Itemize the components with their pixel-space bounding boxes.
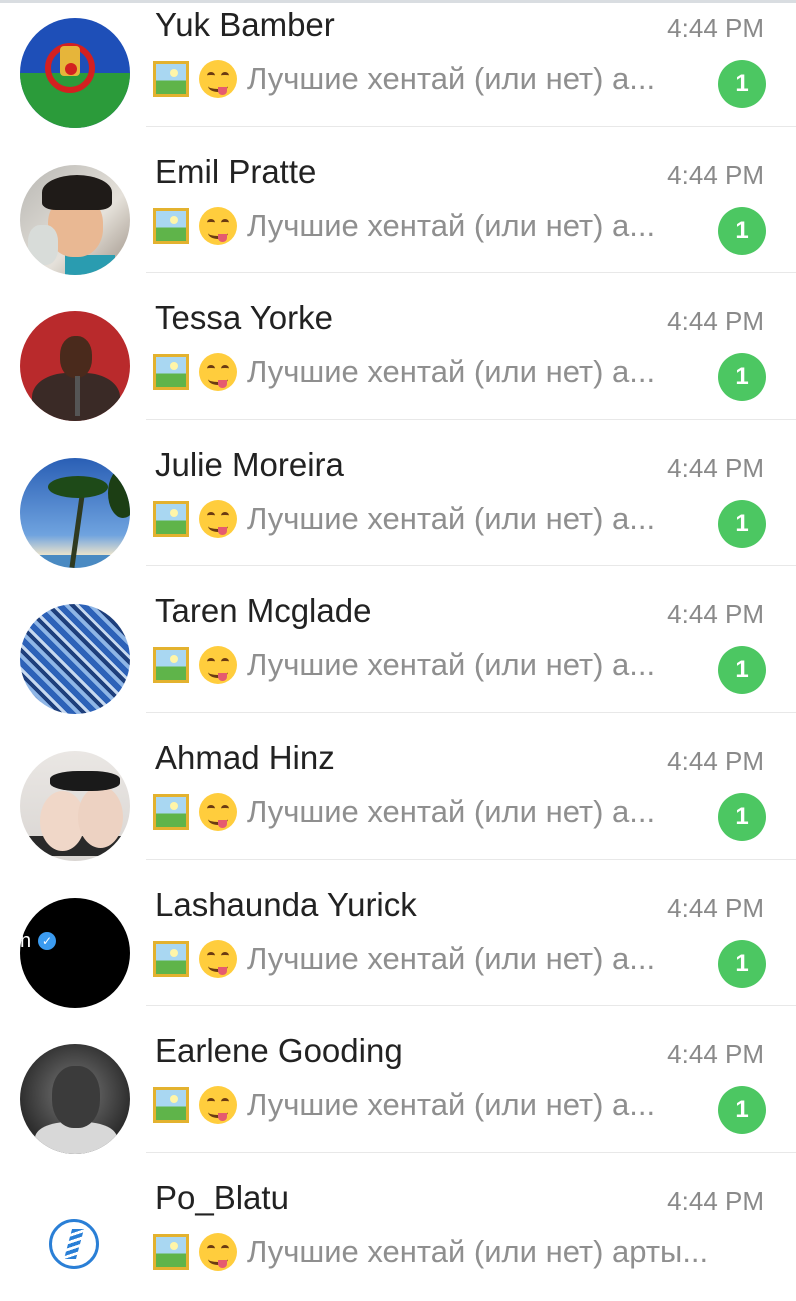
yum-emoji-icon xyxy=(199,1232,237,1271)
message-preview: Лучшие хентай (или нет) арты... xyxy=(153,1231,708,1273)
yum-emoji-icon xyxy=(199,646,237,685)
avatar xyxy=(20,311,130,422)
chat-time: 4:44 PM xyxy=(667,745,764,776)
picture-icon xyxy=(153,1087,189,1124)
chat-row-taren-mcglade[interactable]: Taren Mcglade 4:44 PM Лучшие хентай (или… xyxy=(0,566,796,715)
unread-badge: 1 xyxy=(718,499,766,548)
chat-row-earlene-gooding[interactable]: Earlene Gooding 4:44 PM Лучшие хентай (и… xyxy=(0,1006,796,1155)
message-preview: Лучшие хентай (или нет) а... xyxy=(153,58,655,100)
chat-row-julie-moreira[interactable]: Julie Moreira 4:44 PM Лучшие хентай (или… xyxy=(0,420,796,568)
preview-text: Лучшие хентай (или нет) а... xyxy=(247,500,656,536)
chat-name: Ahmad Hinz xyxy=(155,738,335,776)
chat-name: Taren Mcglade xyxy=(155,592,372,630)
chat-row-po-blatu[interactable]: Po_Blatu 4:44 PM Лучшие хентай (или нет)… xyxy=(0,1153,796,1301)
picture-icon xyxy=(153,500,189,537)
preview-text: Лучшие хентай (или нет) а... xyxy=(247,61,656,96)
message-preview: Лучшие хентай (или нет) а... xyxy=(153,938,655,980)
picture-icon xyxy=(153,354,189,391)
preview-text: Лучшие хентай (или нет) а... xyxy=(247,940,656,976)
message-preview: Лучшие хентай (или нет) а... xyxy=(153,1084,655,1126)
chat-name: Earlene Gooding xyxy=(155,1032,403,1070)
unread-badge: 1 xyxy=(718,206,766,255)
message-preview: Лучшие хентай (или нет) а... xyxy=(153,498,655,540)
chat-name: Tessa Yorke xyxy=(155,299,333,337)
message-preview: Лучшие хентай (или нет) а... xyxy=(153,351,655,393)
chat-name: Lashaunda Yurick xyxy=(155,885,417,923)
yum-emoji-icon xyxy=(199,353,237,392)
preview-text: Лучшие хентай (или нет) а... xyxy=(247,793,656,829)
yum-emoji-icon xyxy=(199,792,237,831)
preview-text: Лучшие хентай (или нет) а... xyxy=(247,207,656,243)
picture-icon xyxy=(153,940,189,977)
chat-name: Julie Moreira xyxy=(155,445,344,483)
avatar xyxy=(20,457,130,568)
yum-emoji-icon xyxy=(199,1086,237,1125)
chat-row-yuk-bamber[interactable]: Yuk Bamber 4:44 PM Лучшие хентай (или не… xyxy=(0,0,796,128)
chat-time: 4:44 PM xyxy=(667,452,764,483)
message-preview: Лучшие хентай (или нет) а... xyxy=(153,205,655,247)
preview-text: Лучшие хентай (или нет) а... xyxy=(247,647,656,683)
avatar-text: n xyxy=(20,929,32,952)
chat-row-lashaunda-yurick[interactable]: n ✓ Lashaunda Yurick 4:44 PM Лучшие хента… xyxy=(0,860,796,1008)
unread-badge: 1 xyxy=(718,646,766,695)
chat-name: Po_Blatu xyxy=(155,1178,289,1216)
avatar xyxy=(20,604,130,715)
chat-time: 4:44 PM xyxy=(667,599,764,630)
picture-icon xyxy=(153,61,189,97)
chat-row-emil-pratte[interactable]: Emil Pratte 4:44 PM Лучшие хентай (или н… xyxy=(0,127,796,275)
chat-time: 4:44 PM xyxy=(667,1185,764,1216)
yum-emoji-icon xyxy=(199,60,237,98)
picture-icon xyxy=(153,1233,189,1270)
preview-text: Лучшие хентай (или нет) а... xyxy=(247,354,656,390)
unread-badge: 1 xyxy=(718,1086,766,1135)
chat-name: Emil Pratte xyxy=(155,152,317,190)
chat-time: 4:44 PM xyxy=(667,306,764,337)
preview-text: Лучшие хентай (или нет) арты... xyxy=(247,1233,709,1269)
chat-list[interactable]: Yuk Bamber 4:44 PM Лучшие хентай (или не… xyxy=(0,0,796,1301)
avatar xyxy=(20,18,130,128)
avatar xyxy=(20,164,130,275)
chat-time: 4:44 PM xyxy=(667,1039,764,1070)
yum-emoji-icon xyxy=(199,939,237,978)
unread-badge: 1 xyxy=(718,353,766,402)
verified-icon: ✓ xyxy=(38,931,56,950)
unread-badge: 1 xyxy=(718,939,766,988)
chat-time: 4:44 PM xyxy=(667,13,764,43)
chat-row-tessa-yorke[interactable]: Tessa Yorke 4:44 PM Лучшие хентай (или н… xyxy=(0,273,796,422)
unread-badge: 1 xyxy=(718,792,766,841)
chat-row-ahmad-hinz[interactable]: Ahmad Hinz 4:44 PM Лучшие хентай (или не… xyxy=(0,713,796,861)
unread-badge: 1 xyxy=(718,60,766,108)
preview-text: Лучшие хентай (или нет) а... xyxy=(247,1087,656,1123)
chat-time: 4:44 PM xyxy=(667,892,764,923)
avatar xyxy=(20,1190,130,1301)
chat-time: 4:44 PM xyxy=(667,159,764,190)
message-preview: Лучшие хентай (или нет) а... xyxy=(153,791,655,833)
picture-icon xyxy=(153,793,189,830)
picture-icon xyxy=(153,647,189,684)
avatar xyxy=(20,750,130,861)
avatar: n ✓ xyxy=(20,897,130,1008)
picture-icon xyxy=(153,207,189,244)
yum-emoji-icon xyxy=(199,206,237,245)
yum-emoji-icon xyxy=(199,499,237,538)
avatar xyxy=(20,1044,130,1155)
chat-name: Yuk Bamber xyxy=(155,6,335,43)
message-preview: Лучшие хентай (или нет) а... xyxy=(153,644,655,686)
